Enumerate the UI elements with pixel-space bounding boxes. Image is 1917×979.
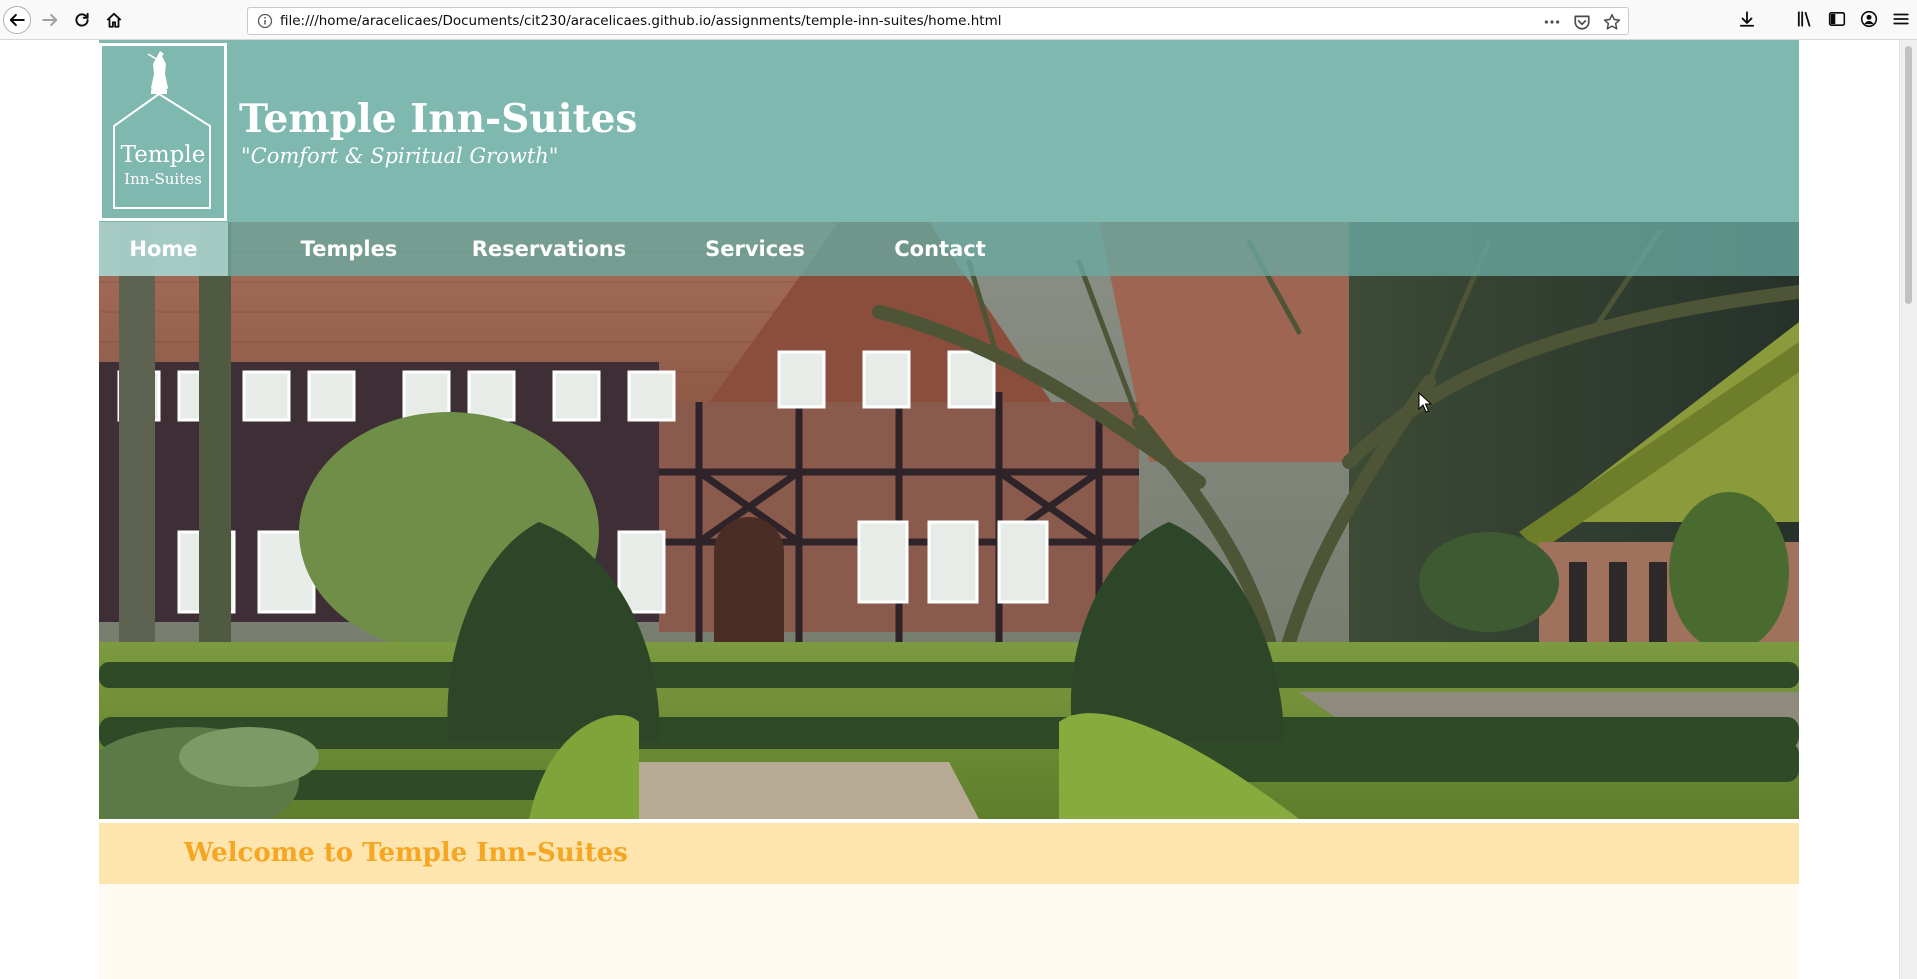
- logo-text-line2: Inn-Suites: [124, 170, 202, 188]
- nav-home[interactable]: Home: [99, 222, 228, 276]
- reload-button[interactable]: [68, 6, 96, 34]
- welcome-heading: Welcome to Temple Inn-Suites: [184, 838, 628, 868]
- temple-angel-logo: [113, 51, 211, 209]
- hero-photo: [99, 222, 1799, 819]
- page-scrollbar[interactable]: [1899, 40, 1917, 979]
- welcome-band: Welcome to Temple Inn-Suites: [99, 823, 1799, 884]
- scrollbar-thumb[interactable]: [1905, 46, 1912, 304]
- content-area: [99, 884, 1799, 979]
- logo-text-line1: Temple: [120, 142, 206, 168]
- download-icon[interactable]: [1737, 9, 1757, 29]
- nav-services[interactable]: Services: [680, 222, 830, 276]
- nav-reservations[interactable]: Reservations: [457, 222, 641, 276]
- account-icon[interactable]: [1859, 9, 1879, 29]
- main-nav: Home Temples Reservations Services Conta…: [99, 222, 1799, 276]
- half-timbered-manor-garden-photo: [99, 222, 1799, 819]
- url-bar[interactable]: file:///home/aracelicaes/Documents/cit23…: [247, 7, 1629, 35]
- site-container: Temple Inn-Suites Temple Inn-Suites "Com…: [99, 40, 1799, 979]
- reload-icon: [75, 12, 89, 27]
- browser-toolbar: file:///home/aracelicaes/Documents/cit23…: [0, 0, 1917, 40]
- site-header: Temple Inn-Suites Temple Inn-Suites "Com…: [99, 40, 1799, 222]
- home-icon: [106, 12, 122, 28]
- back-arrow-icon: [9, 13, 25, 27]
- pocket-icon[interactable]: [1572, 12, 1592, 32]
- forward-arrow-icon: [42, 13, 58, 27]
- nav-temples[interactable]: Temples: [268, 222, 430, 276]
- home-button[interactable]: [100, 6, 128, 34]
- sidebar-icon[interactable]: [1827, 9, 1847, 29]
- url-text[interactable]: file:///home/aracelicaes/Documents/cit23…: [280, 13, 1002, 29]
- mouse-cursor-icon: [1418, 392, 1433, 413]
- star-icon[interactable]: [1602, 12, 1622, 32]
- back-button[interactable]: [3, 6, 31, 34]
- page-viewport: Temple Inn-Suites Temple Inn-Suites "Com…: [0, 40, 1899, 979]
- info-icon[interactable]: [257, 13, 273, 29]
- forward-button[interactable]: [36, 6, 64, 34]
- site-logo[interactable]: Temple Inn-Suites: [99, 43, 227, 221]
- ellipsis-icon[interactable]: [1542, 12, 1562, 32]
- nav-contact[interactable]: Contact: [867, 222, 1013, 276]
- site-title: Temple Inn-Suites: [239, 96, 638, 142]
- library-icon[interactable]: [1795, 9, 1815, 29]
- hamburger-menu-icon[interactable]: [1891, 9, 1911, 29]
- site-tagline: "Comfort & Spiritual Growth": [241, 144, 559, 168]
